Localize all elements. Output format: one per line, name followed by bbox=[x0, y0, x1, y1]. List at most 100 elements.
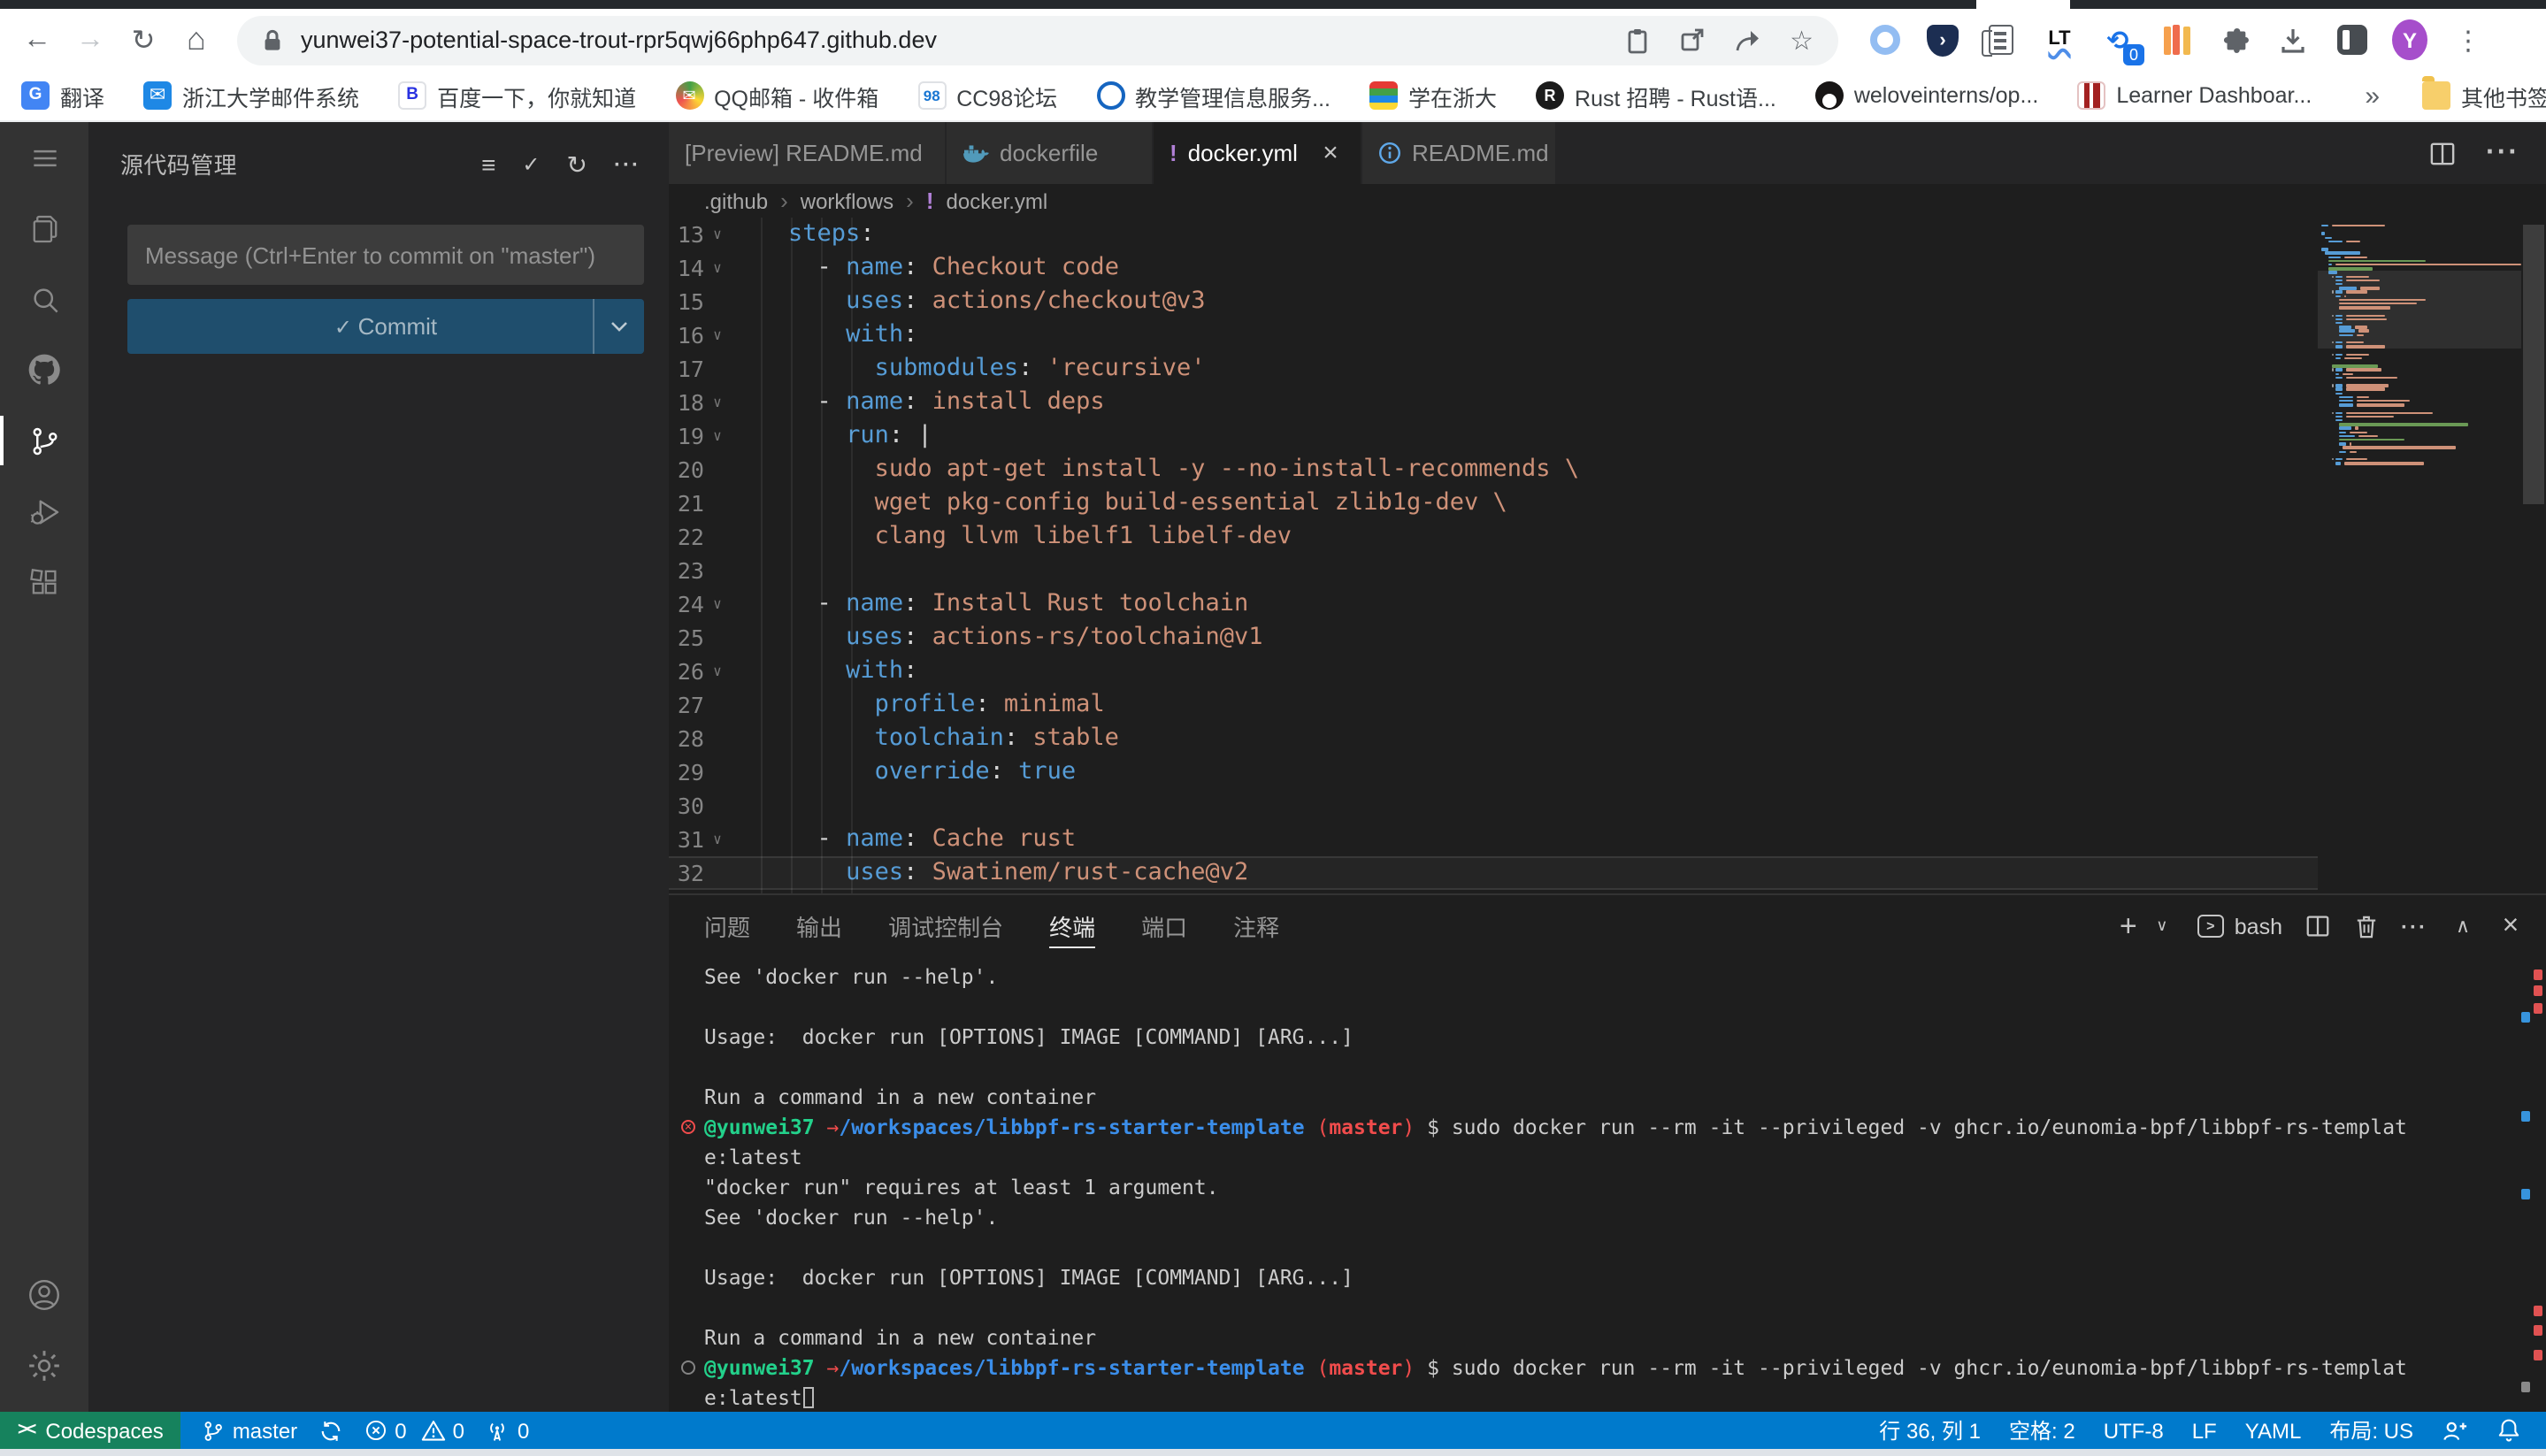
terminal-output[interactable]: See 'docker run --help'.Usage: docker ru… bbox=[669, 957, 2546, 1412]
code-line[interactable]: 24∨ - name: Install Rust toolchain bbox=[669, 587, 2318, 621]
branch-indicator[interactable]: master bbox=[203, 1418, 297, 1443]
bookmark-item[interactable]: 学在浙大 bbox=[1369, 79, 1497, 112]
panel-tab-3[interactable]: 终端 bbox=[1049, 895, 1095, 957]
editor-scrollbar-slider[interactable] bbox=[2523, 225, 2544, 504]
forward-button[interactable]: → bbox=[67, 17, 113, 63]
panel-tab-4[interactable]: 端口 bbox=[1141, 895, 1187, 957]
other-bookmarks-folder[interactable]: 其他书签 bbox=[2422, 79, 2546, 112]
split-editor-icon[interactable] bbox=[2429, 141, 2456, 165]
clipboard-icon[interactable] bbox=[1623, 26, 1650, 54]
notifications-bell-icon[interactable] bbox=[2496, 1417, 2521, 1444]
bookmarks-overflow-chevron[interactable]: » bbox=[2350, 80, 2394, 111]
terminal-picker[interactable]: bash bbox=[2197, 914, 2282, 939]
cursor-position[interactable]: 行 36, 列 1 bbox=[1879, 1415, 1981, 1445]
settings-gear-icon[interactable] bbox=[0, 1330, 88, 1401]
refresh-icon[interactable]: ↻ bbox=[567, 151, 587, 176]
bookmark-item[interactable]: 翻译 bbox=[21, 79, 104, 112]
terminal-dropdown-chevron-icon[interactable] bbox=[2150, 910, 2174, 942]
sidebar-item-source-control[interactable] bbox=[0, 405, 88, 476]
sidebar-item-search[interactable] bbox=[0, 264, 88, 334]
bookmark-item[interactable]: weloveinterns/op... bbox=[1815, 81, 2038, 110]
back-button[interactable]: ← bbox=[14, 17, 60, 63]
reload-button[interactable]: ↻ bbox=[120, 17, 166, 63]
sidebar-item-explorer[interactable] bbox=[0, 193, 88, 264]
code-editor[interactable]: 13∨ steps:14∨ - name: Checkout code15 us… bbox=[669, 218, 2546, 893]
editor-tab-docker.yml[interactable]: !docker.yml× bbox=[1154, 122, 1362, 184]
open-in-window-icon[interactable] bbox=[1678, 27, 1705, 53]
sync-changes-button[interactable] bbox=[318, 1418, 343, 1443]
browser-menu-icon[interactable]: ⋮ bbox=[2450, 22, 2486, 57]
code-line[interactable]: 25 uses: actions-rs/toolchain@v1 bbox=[669, 621, 2318, 655]
kill-terminal-trash-icon[interactable] bbox=[2353, 910, 2378, 942]
code-line[interactable]: 23 bbox=[669, 554, 2318, 587]
new-terminal-icon[interactable] bbox=[2116, 910, 2141, 942]
home-button[interactable]: ⌂ bbox=[173, 17, 219, 63]
feedback-icon[interactable] bbox=[2442, 1418, 2468, 1443]
bookmark-item[interactable]: Rust 招聘 - Rust语... bbox=[1536, 79, 1776, 112]
highlighters-extension-icon[interactable] bbox=[2159, 22, 2194, 57]
breadcrumb-item[interactable]: docker.yml bbox=[947, 188, 1048, 213]
shield-extension-icon[interactable]: › bbox=[1925, 22, 1960, 57]
remote-indicator-codespaces[interactable]: >< Codespaces bbox=[0, 1412, 181, 1449]
bookmark-item[interactable]: 百度一下，你就知道 bbox=[398, 79, 636, 112]
code-line[interactable]: 16∨ with: bbox=[669, 318, 2318, 352]
panel-tab-0[interactable]: 问题 bbox=[704, 895, 750, 957]
bookmark-star-icon[interactable]: ☆ bbox=[1790, 24, 1814, 56]
editor-tab-readme.md[interactable]: README.md bbox=[1362, 122, 1557, 184]
code-line[interactable]: 29 override: true bbox=[669, 755, 2318, 789]
bookmark-item[interactable]: CC98论坛 bbox=[917, 79, 1057, 112]
menu-hamburger-icon[interactable] bbox=[0, 122, 88, 193]
extensions-puzzle-icon[interactable] bbox=[2217, 22, 2252, 57]
url-text[interactable]: yunwei37-potential-space-trout-rpr5qwj66… bbox=[301, 27, 1595, 53]
eol-setting[interactable]: LF bbox=[2192, 1418, 2217, 1443]
code-line[interactable]: 30 bbox=[669, 789, 2318, 823]
bookmark-item[interactable]: QQ邮箱 - 收件箱 bbox=[675, 79, 878, 112]
editor-scrollbar[interactable] bbox=[2521, 218, 2546, 893]
code-line[interactable]: 31∨ - name: Cache rust bbox=[669, 823, 2318, 856]
profile-avatar[interactable]: Y bbox=[2392, 22, 2427, 57]
copy-pages-extension-icon[interactable] bbox=[1983, 22, 2019, 57]
sidebar-item-extensions[interactable] bbox=[0, 547, 88, 617]
code-line[interactable]: 14∨ - name: Checkout code bbox=[669, 251, 2318, 285]
panel-more-actions-icon[interactable] bbox=[2401, 910, 2427, 942]
code-line[interactable]: 27 profile: minimal bbox=[669, 688, 2318, 722]
code-line[interactable]: 21 wget pkg-config build-essential zlib1… bbox=[669, 487, 2318, 520]
keyboard-layout[interactable]: 布局: US bbox=[2329, 1415, 2413, 1445]
split-terminal-icon[interactable] bbox=[2305, 910, 2330, 942]
reading-pane-icon[interactable] bbox=[2334, 22, 2369, 57]
bookmark-item[interactable]: 教学管理信息服务... bbox=[1096, 79, 1331, 112]
language-mode[interactable]: YAML bbox=[2245, 1418, 2302, 1443]
address-bar[interactable]: yunwei37-potential-space-trout-rpr5qwj66… bbox=[237, 15, 1838, 65]
code-line[interactable]: 20 sudo apt-get install -y --no-install-… bbox=[669, 453, 2318, 487]
code-line[interactable]: 19∨ run: | bbox=[669, 419, 2318, 453]
languagetool-extension-icon[interactable]: LT bbox=[2042, 22, 2077, 57]
downloads-icon[interactable] bbox=[2275, 22, 2311, 57]
accounts-icon[interactable] bbox=[0, 1260, 88, 1330]
editor-tab-dockerfile[interactable]: dockerfile bbox=[947, 122, 1154, 184]
encoding-setting[interactable]: UTF-8 bbox=[2104, 1418, 2164, 1443]
code-line[interactable]: 18∨ - name: install deps bbox=[669, 386, 2318, 419]
minimap[interactable] bbox=[2318, 218, 2521, 893]
ring-extension-icon[interactable] bbox=[1867, 22, 1902, 57]
code-line[interactable]: 32 uses: Swatinem/rust-cache@v2 bbox=[669, 856, 2318, 890]
editor-more-actions-icon[interactable]: ··· bbox=[2486, 137, 2519, 169]
breadcrumb-item[interactable]: workflows bbox=[801, 188, 893, 213]
breadcrumb-item[interactable]: .github bbox=[704, 188, 768, 213]
bookmark-item[interactable]: 浙江大学邮件系统 bbox=[143, 79, 359, 112]
indentation-setting[interactable]: 空格: 2 bbox=[2009, 1415, 2075, 1445]
panel-tab-2[interactable]: 调试控制台 bbox=[888, 895, 1003, 957]
commit-dropdown-chevron-icon[interactable] bbox=[593, 299, 644, 354]
sidebar-item-run-debug[interactable] bbox=[0, 476, 88, 547]
panel-tab-5[interactable]: 注释 bbox=[1233, 895, 1279, 957]
code-line[interactable]: 15 uses: actions/checkout@v3 bbox=[669, 285, 2318, 318]
more-actions-icon[interactable]: ··· bbox=[614, 153, 640, 174]
commit-check-icon[interactable]: ✓ bbox=[522, 153, 540, 174]
panel-tab-1[interactable]: 输出 bbox=[796, 895, 842, 957]
ports-indicator[interactable]: 0 bbox=[486, 1418, 529, 1443]
code-line[interactable]: 22 clang llvm libelf1 libelf-dev bbox=[669, 520, 2318, 554]
commit-button[interactable]: Commit bbox=[127, 299, 644, 354]
code-line[interactable]: 13∨ steps: bbox=[669, 218, 2318, 251]
bookmark-item[interactable]: Learner Dashboar... bbox=[2077, 81, 2312, 110]
code-line[interactable]: 26∨ with: bbox=[669, 655, 2318, 688]
code-line[interactable]: 17 submodules: 'recursive' bbox=[669, 352, 2318, 386]
